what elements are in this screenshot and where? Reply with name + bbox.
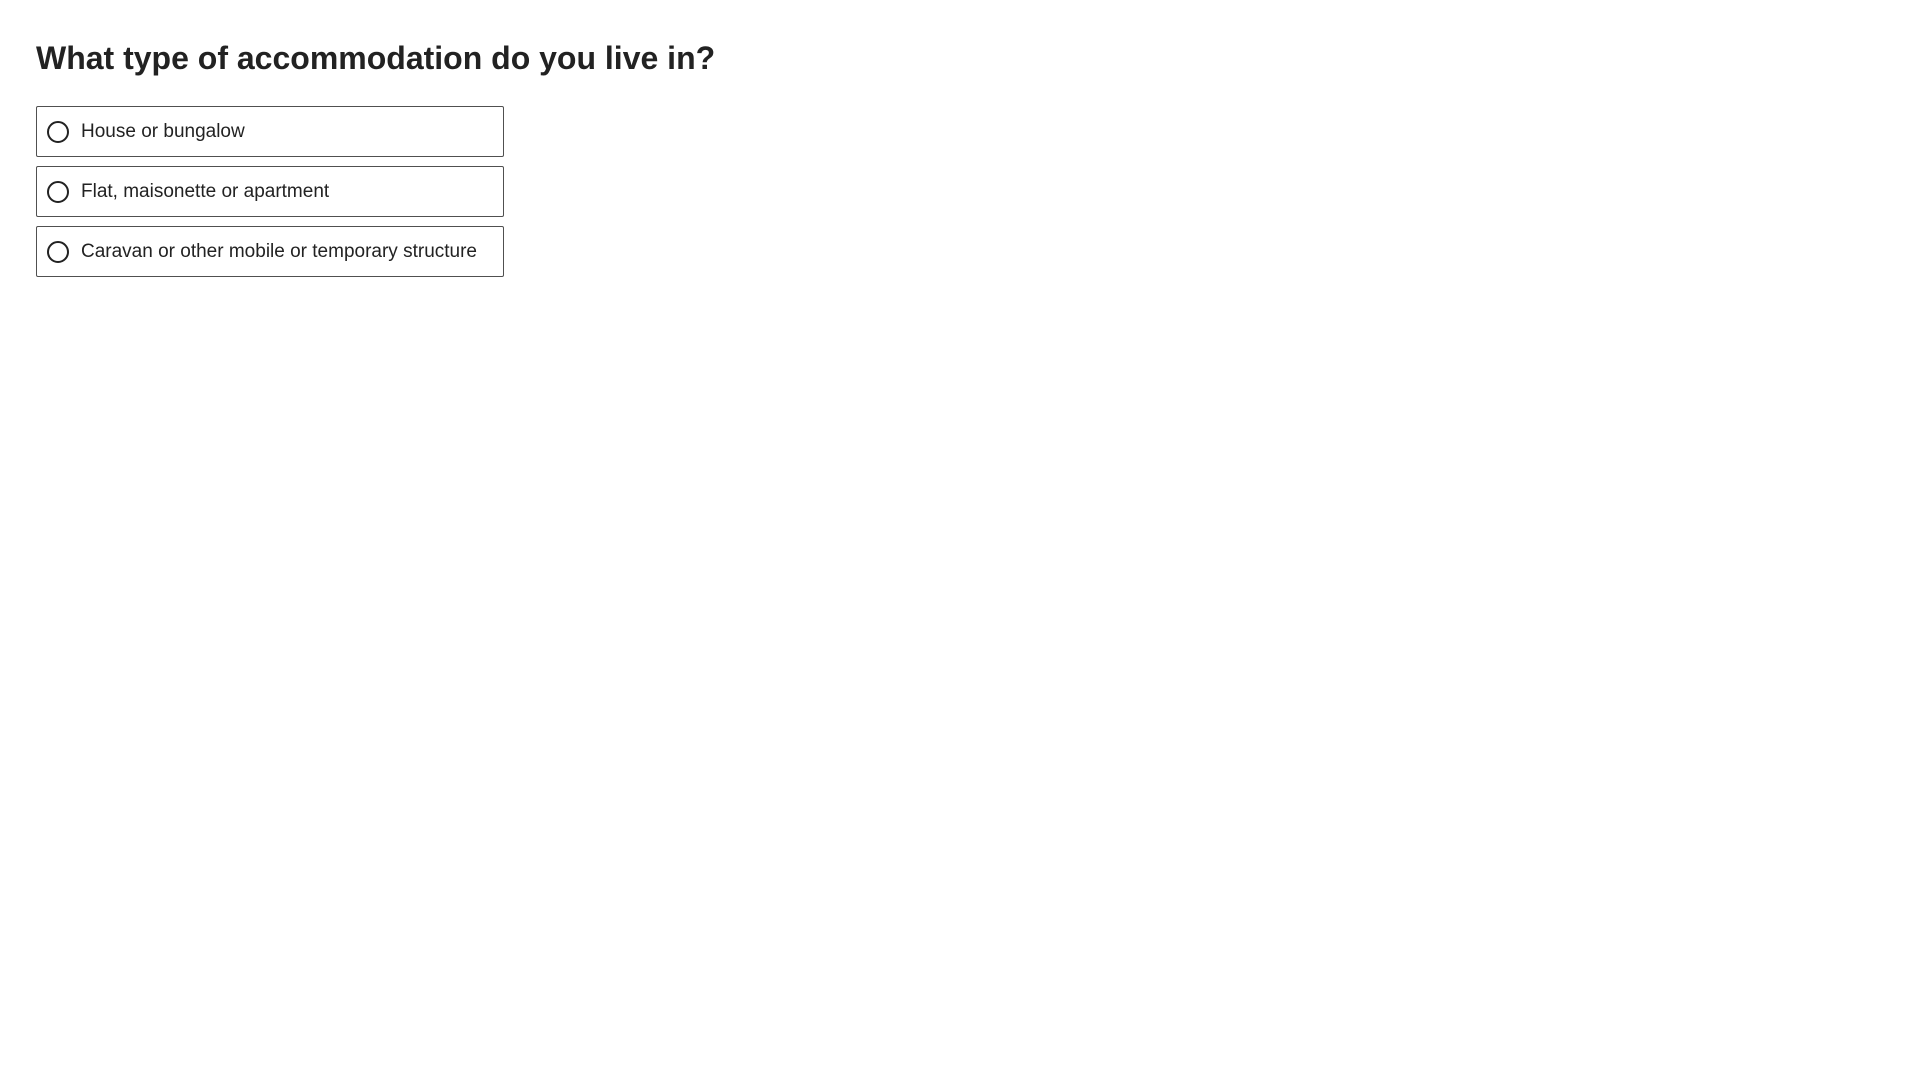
option-label: Caravan or other mobile or temporary str… (81, 240, 477, 262)
radio-button[interactable] (47, 240, 69, 263)
radio-button[interactable] (47, 120, 69, 143)
option-flat-maisonette-apartment[interactable]: Flat, maisonette or apartment (36, 166, 504, 217)
option-house-or-bungalow[interactable]: House or bungalow (36, 106, 504, 157)
page: What type of accommodation do you live i… (0, 0, 1920, 1080)
option-label: House or bungalow (81, 120, 245, 142)
radio-button[interactable] (47, 180, 69, 203)
accommodation-options: House or bungalow Flat, maisonette or ap… (36, 106, 504, 286)
option-caravan-mobile-temporary[interactable]: Caravan or other mobile or temporary str… (36, 226, 504, 277)
question-title: What type of accommodation do you live i… (36, 40, 716, 76)
option-label: Flat, maisonette or apartment (81, 180, 330, 202)
